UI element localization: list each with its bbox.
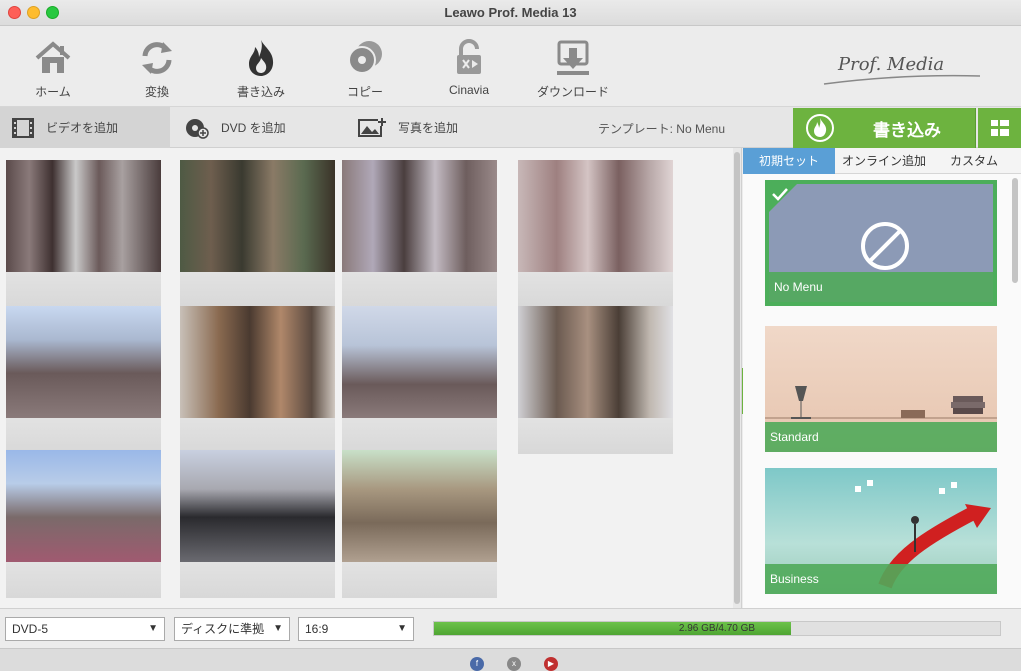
no-menu-prohibited-icon [861, 222, 909, 270]
toolbar-cinavia-button[interactable]: Cinavia [424, 38, 514, 97]
toolbar-cinavia-label: Cinavia [448, 83, 490, 97]
video-thumbnail[interactable] [342, 306, 497, 454]
video-thumbnail[interactable] [342, 450, 497, 598]
video-thumbnail[interactable] [518, 306, 673, 454]
toolbar-home-label: ホーム [35, 85, 71, 99]
tab-custom[interactable]: カスタム [939, 148, 1009, 174]
disc-usage-bar: 2.96 GB/4.70 GB [433, 621, 1001, 636]
video-thumbnail[interactable] [6, 160, 161, 308]
action-bar: ビデオを追加 DVD を追加 写真を追加 テンプレート: No Menu 書き込… [0, 106, 1021, 148]
add-photo-button[interactable]: 写真を追加 [358, 107, 518, 148]
add-dvd-button[interactable]: DVD を追加 [185, 107, 345, 148]
chevron-down-icon: ▼ [148, 623, 158, 634]
toolbar-download-button[interactable]: ダウンロード [528, 38, 618, 100]
template-scrollbar[interactable] [1012, 178, 1018, 283]
photo-add-icon [358, 117, 386, 137]
film-icon [12, 117, 34, 138]
prof-media-logo: Prof. Media [823, 54, 981, 85]
toolbar-convert-label: 変換 [144, 85, 169, 99]
main-toolbar: ホーム 変換 書き込み コピー Cinavia ダウンロード Prof. Med… [0, 26, 1021, 106]
burn-flame-icon [806, 114, 834, 142]
quality-value: ディスクに準拠 [181, 622, 265, 636]
disc-type-value: DVD-5 [12, 622, 49, 636]
tab-default-set[interactable]: 初期セット [743, 148, 835, 174]
template-business[interactable]: Business [765, 468, 997, 594]
disc-type-select[interactable]: DVD-5 ▼ [5, 617, 165, 641]
facebook-icon[interactable]: f [470, 657, 484, 671]
add-video-label: ビデオを追加 [46, 121, 119, 135]
video-thumbnail[interactable] [6, 450, 161, 598]
disc-usage-text: 2.96 GB/4.70 GB [678, 623, 756, 634]
chevron-down-icon: ▼ [273, 623, 283, 634]
media-grid [0, 148, 742, 608]
bottom-bar: DVD-5 ▼ ディスクに準拠 ▼ 16:9 ▼ 2.96 GB/4.70 GB [0, 608, 1021, 648]
copy-icon [348, 41, 382, 74]
selected-check-icon [769, 184, 797, 212]
current-template-label: テンプレート: No Menu [598, 122, 725, 136]
template-no-menu[interactable]: No Menu [765, 180, 997, 306]
toolbar-burn-button[interactable]: 書き込み [216, 38, 306, 100]
tab-online-add[interactable]: オンライン追加 [835, 148, 933, 174]
download-icon [557, 40, 589, 75]
aspect-ratio-select[interactable]: 16:9 ▼ [298, 617, 414, 641]
video-thumbnail[interactable] [180, 160, 335, 308]
cinavia-icon [457, 39, 481, 74]
template-tabs: 初期セット オンライン追加 カスタム [743, 148, 1021, 174]
add-video-button[interactable]: ビデオを追加 [0, 107, 170, 148]
prof-media-logo-text: Prof. Media [837, 54, 944, 75]
video-thumbnail[interactable] [518, 160, 673, 308]
burn-button[interactable]: 書き込み [793, 108, 976, 148]
toolbar-download-label: ダウンロード [536, 85, 609, 99]
convert-icon [142, 42, 172, 74]
toolbar-copy-label: コピー [346, 85, 383, 99]
toolbar-copy-button[interactable]: コピー [320, 38, 410, 100]
layout-icon [990, 120, 1009, 136]
window-title: Leawo Prof. Media 13 [444, 5, 577, 20]
chevron-down-icon: ▼ [397, 623, 407, 634]
title-bar: Leawo Prof. Media 13 [0, 0, 1021, 26]
disc-add-icon [186, 118, 209, 139]
template-no-menu-name: No Menu [769, 272, 993, 302]
add-dvd-label: DVD を追加 [221, 121, 286, 135]
toolbar-home-button[interactable]: ホーム [8, 38, 98, 100]
home-icon [35, 41, 71, 73]
add-photo-label: 写真を追加 [398, 121, 459, 135]
video-thumbnail[interactable] [180, 450, 335, 598]
template-standard-name: Standard [765, 422, 997, 452]
video-thumbnail[interactable] [342, 160, 497, 308]
footer: f x ▶ [0, 648, 1021, 671]
x-twitter-icon[interactable]: x [507, 657, 521, 671]
template-business-name: Business [765, 564, 997, 594]
layout-toggle-button[interactable] [978, 108, 1021, 148]
template-panel: 初期セット オンライン追加 カスタム No Menu Standard Busi… [743, 148, 1021, 608]
video-thumbnail[interactable] [6, 306, 161, 454]
video-thumbnail[interactable] [180, 306, 335, 454]
aspect-ratio-value: 16:9 [305, 622, 329, 636]
template-standard[interactable]: Standard [765, 326, 997, 452]
media-scrollbar[interactable] [734, 152, 740, 604]
quality-select[interactable]: ディスクに準拠 ▼ [174, 617, 290, 641]
toolbar-convert-button[interactable]: 変換 [112, 38, 202, 100]
burn-icon [249, 40, 274, 76]
burn-button-label: 書き込み [873, 120, 941, 140]
toolbar-burn-label: 書き込み [236, 85, 285, 99]
youtube-icon[interactable]: ▶ [544, 657, 558, 671]
